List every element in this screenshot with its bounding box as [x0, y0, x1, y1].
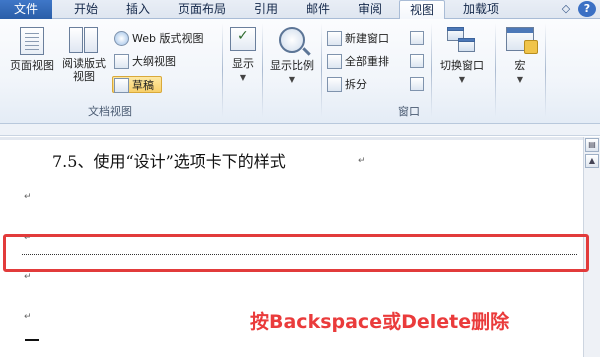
tab-home[interactable]: 开始: [66, 0, 106, 19]
group-separator: [321, 23, 322, 117]
macros-button[interactable]: 宏 ▼: [502, 25, 538, 86]
reading-view-button[interactable]: 阅读版式 视图: [58, 25, 110, 83]
arrange-all-label: 全部重排: [345, 55, 389, 68]
show-dropdown-icon: ▼: [239, 73, 247, 82]
zoom-icon: [279, 27, 305, 53]
paragraph-mark: ↵: [24, 192, 32, 202]
minimize-ribbon-icon[interactable]: ◇: [558, 1, 574, 17]
reading-view-label-line1: 阅读版式: [62, 57, 106, 70]
reading-view-label-line2: 视图: [73, 70, 95, 83]
scroll-up-icon[interactable]: ▲: [585, 154, 599, 168]
switch-windows-icon: [447, 27, 477, 53]
outline-view-button[interactable]: 大纲视图: [113, 53, 179, 70]
group-label-window: 窗口: [398, 105, 420, 118]
tab-review[interactable]: 审阅: [350, 0, 390, 19]
zoom-label: 显示比例: [270, 59, 314, 72]
ribbon-body: 页面视图 阅读版式 视图 Web 版式视图 大纲视图 草稿 文档视图 显示 ▼ …: [0, 19, 600, 124]
arrange-all-button[interactable]: 全部重排: [326, 53, 392, 70]
reset-window-position-icon[interactable]: [410, 77, 424, 91]
web-view-button[interactable]: Web 版式视图: [113, 30, 206, 47]
new-window-button[interactable]: 新建窗口: [326, 30, 392, 47]
new-window-label: 新建窗口: [345, 32, 389, 45]
split-icon: [327, 77, 342, 92]
page-view-label: 页面视图: [10, 59, 54, 72]
text-cursor: [25, 339, 39, 341]
ruler-toggle-icon[interactable]: ▤: [585, 138, 599, 152]
ribbon-tab-bar: 文件 开始 插入 页面布局 引用 邮件 审阅 视图 加载项 ◇ ?: [0, 0, 600, 20]
tab-view[interactable]: 视图: [399, 0, 445, 20]
instruction-caption: 按Backspace或Delete删除: [250, 311, 510, 333]
paragraph-mark: ↵: [24, 272, 32, 282]
synchronous-scrolling-icon[interactable]: [410, 54, 424, 68]
macros-label: 宏: [514, 59, 526, 72]
help-icon[interactable]: ?: [578, 1, 596, 17]
split-button[interactable]: 拆分: [326, 76, 370, 93]
tab-mailings[interactable]: 邮件: [298, 0, 338, 19]
tab-insert[interactable]: 插入: [118, 0, 158, 19]
group-separator: [431, 23, 432, 117]
outline-view-label: 大纲视图: [132, 55, 176, 68]
switch-windows-label: 切换窗口: [440, 59, 484, 72]
draft-view-icon: [114, 78, 129, 93]
tab-page-layout[interactable]: 页面布局: [170, 0, 234, 19]
document-heading: 7.5、使用“设计”选项卡下的样式: [52, 152, 286, 171]
switch-windows-button[interactable]: 切换窗口 ▼: [434, 25, 490, 86]
highlight-box: [3, 234, 589, 272]
macros-dropdown-icon: ▼: [516, 75, 524, 84]
macros-icon: [506, 27, 538, 54]
zoom-button[interactable]: 显示比例 ▼: [266, 25, 318, 86]
view-side-by-side-icon[interactable]: [410, 31, 424, 45]
group-separator: [262, 23, 263, 117]
ruler-strip: [0, 124, 600, 136]
tab-file[interactable]: 文件: [0, 0, 52, 19]
reading-view-icon: [69, 27, 99, 53]
heading-paragraph-mark: ↵: [358, 156, 366, 166]
tab-references[interactable]: 引用: [246, 0, 286, 19]
group-separator: [495, 23, 496, 117]
show-icon: [230, 27, 256, 51]
draft-view-label: 草稿: [132, 79, 154, 92]
switch-windows-dropdown-icon: ▼: [458, 75, 466, 84]
arrange-all-icon: [327, 54, 342, 69]
web-view-label: Web 版式视图: [132, 32, 204, 45]
outline-view-icon: [114, 54, 129, 69]
page-view-icon: [20, 27, 44, 55]
show-label: 显示: [232, 57, 254, 70]
zoom-dropdown-icon: ▼: [288, 75, 296, 84]
split-label: 拆分: [345, 78, 367, 91]
web-view-icon: [114, 31, 129, 46]
show-button[interactable]: 显示 ▼: [226, 25, 260, 84]
group-separator: [222, 23, 223, 117]
draft-view-button[interactable]: 草稿: [112, 76, 162, 93]
tab-addins[interactable]: 加载项: [456, 0, 506, 19]
paragraph-mark: ↵: [24, 312, 32, 322]
page-view-button[interactable]: 页面视图: [6, 25, 58, 72]
group-separator: [545, 23, 546, 117]
group-label-document-views: 文档视图: [88, 105, 132, 118]
new-window-icon: [327, 31, 342, 46]
